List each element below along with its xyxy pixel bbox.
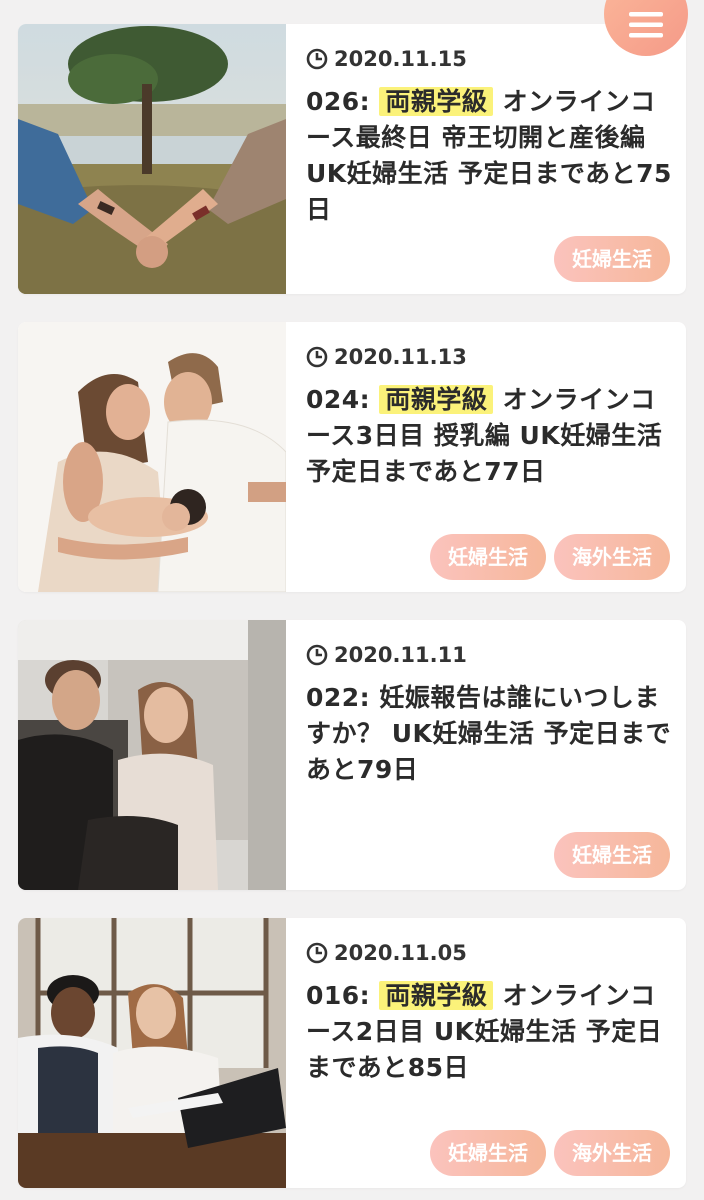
post-card[interactable]: 2020.11.15 026: 両親学級 オンラインコース最終日 帝王切開と産後… [18,24,686,294]
post-date-text: 2020.11.05 [334,941,467,965]
post-title-highlight: 両親学級 [379,385,494,414]
post-thumbnail-laptop[interactable] [18,918,286,1188]
post-tags: 妊婦生活 [554,236,670,282]
post-title-link[interactable]: 022: 妊娠報告は誰にいつしますか？ UK妊婦生活 予定日まであと79日 [306,680,676,788]
post-thumbnail-couple[interactable] [18,620,286,890]
post-title-link[interactable]: 026: 両親学級 オンラインコース最終日 帝王切開と産後編 UK妊婦生活 予定… [306,84,676,228]
post-content: 2020.11.13 024: 両親学級 オンラインコース3日目 授乳編 UK妊… [306,340,676,580]
post-date-text: 2020.11.11 [334,643,467,667]
post-card[interactable]: 2020.11.13 024: 両親学級 オンラインコース3日目 授乳編 UK妊… [18,322,686,592]
post-card[interactable]: 2020.11.05 016: 両親学級 オンラインコース2日目 UK妊婦生活 … [18,918,686,1188]
post-date-text: 2020.11.15 [334,47,467,71]
post-card[interactable]: 2020.11.11 022: 妊娠報告は誰にいつしますか？ UK妊婦生活 予定… [18,620,686,890]
post-title-highlight: 両親学級 [379,87,494,116]
post-thumbnail-holding-hands[interactable] [18,24,286,294]
post-thumbnail-family[interactable] [18,322,286,592]
couple-laptop-photo [18,918,286,1188]
hamburger-icon [629,12,663,38]
clock-icon [306,48,328,70]
post-title-prefix: 026: [306,87,380,116]
post-title-prefix: 016: [306,981,380,1010]
post-date-text: 2020.11.13 [334,345,467,369]
family-with-baby-photo [18,322,286,592]
clock-icon [306,942,328,964]
post-date: 2020.11.13 [306,340,676,374]
holding-hands-photo [18,24,286,294]
post-title-text: 022: 妊娠報告は誰にいつしますか？ UK妊婦生活 予定日まであと79日 [306,683,672,784]
post-tags: 妊婦生活 海外生活 [430,534,670,580]
clock-icon [306,644,328,666]
post-title-link[interactable]: 016: 両親学級 オンラインコース2日目 UK妊婦生活 予定日まであと85日 [306,978,676,1086]
post-content: 2020.11.15 026: 両親学級 オンラインコース最終日 帝王切開と産後… [306,42,676,282]
tag-pregnancy-life[interactable]: 妊婦生活 [430,534,546,580]
post-title-highlight: 両親学級 [379,981,494,1010]
post-title-link[interactable]: 024: 両親学級 オンラインコース3日目 授乳編 UK妊婦生活 予定日まであと… [306,382,676,490]
post-date: 2020.11.05 [306,936,676,970]
post-date: 2020.11.11 [306,638,676,672]
tag-pregnancy-life[interactable]: 妊婦生活 [430,1130,546,1176]
tag-pregnancy-life[interactable]: 妊婦生活 [554,236,670,282]
post-title-prefix: 024: [306,385,380,414]
couple-laughing-photo [18,620,286,890]
post-content: 2020.11.05 016: 両親学級 オンラインコース2日目 UK妊婦生活 … [306,936,676,1176]
tag-overseas-life[interactable]: 海外生活 [554,534,670,580]
post-tags: 妊婦生活 海外生活 [430,1130,670,1176]
post-tags: 妊婦生活 [554,832,670,878]
clock-icon [306,346,328,368]
tag-overseas-life[interactable]: 海外生活 [554,1130,670,1176]
post-content: 2020.11.11 022: 妊娠報告は誰にいつしますか？ UK妊婦生活 予定… [306,638,676,878]
tag-pregnancy-life[interactable]: 妊婦生活 [554,832,670,878]
